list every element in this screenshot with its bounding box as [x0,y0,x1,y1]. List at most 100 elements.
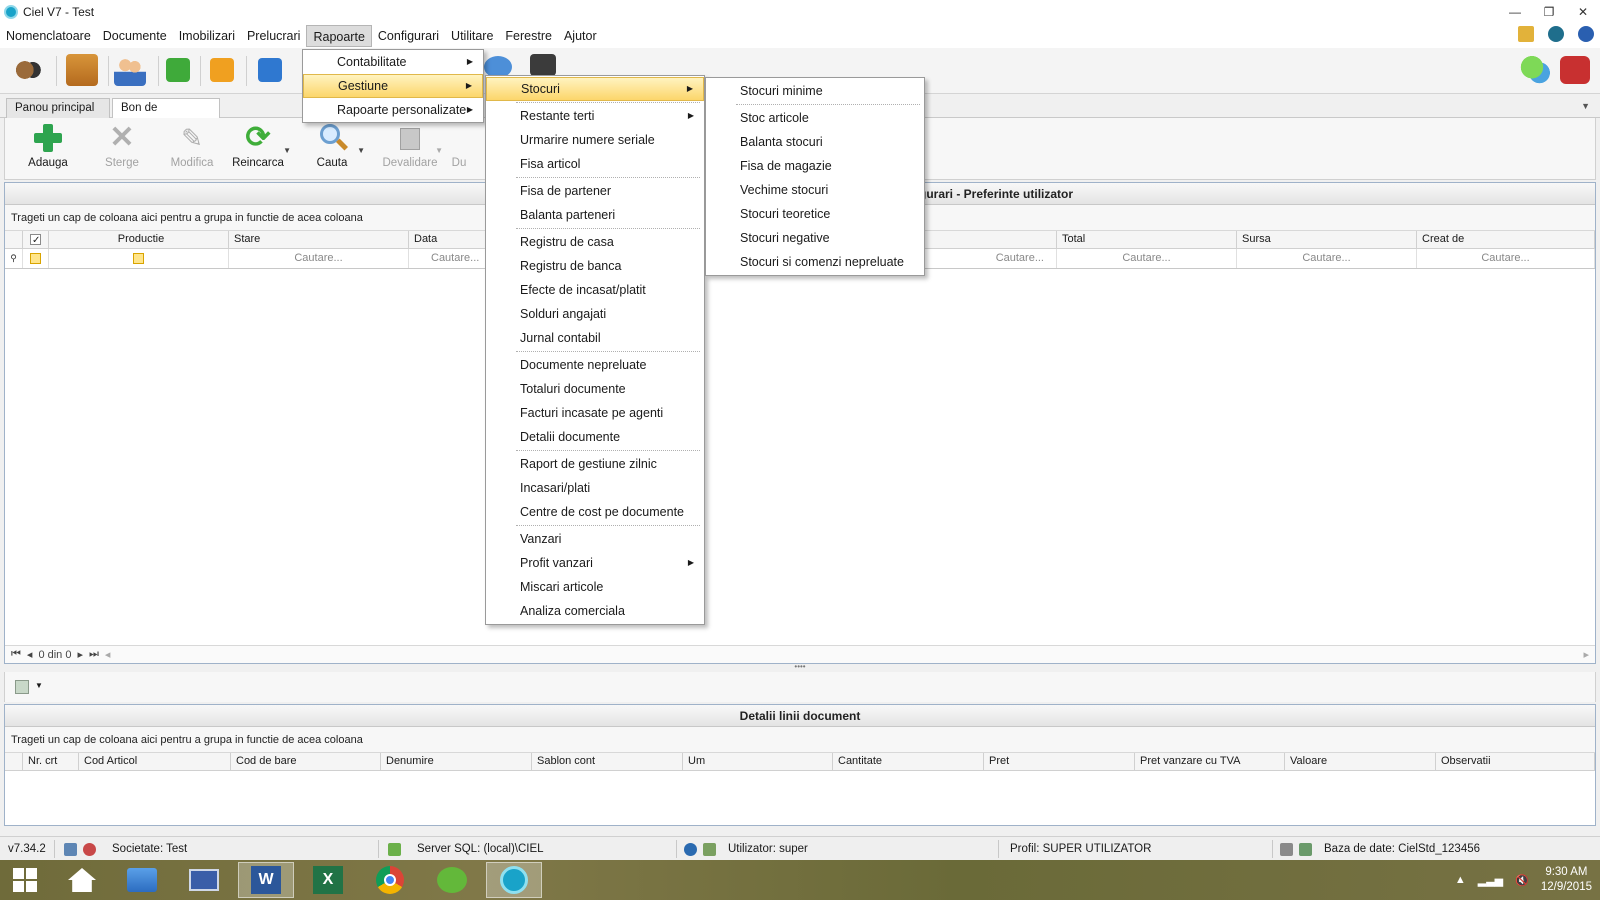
close-button[interactable]: ✕ [1566,0,1600,24]
tray-expand-icon[interactable]: ▲ [1455,874,1466,886]
menu-utilitare[interactable]: Utilitare [445,25,499,47]
menu-item-totaluri-documente[interactable]: Totaluri documente [486,377,704,401]
home-icon[interactable] [54,862,110,898]
layout-icon[interactable] [15,680,29,694]
menu-item-fisa-articol[interactable]: Fisa articol [486,152,704,176]
col-productie[interactable]: Productie [49,231,229,248]
menu-item-stocuri[interactable]: Stocuri ▶ [486,77,704,101]
col-valoare[interactable]: Valoare [1285,753,1436,770]
col-sablon-cont[interactable]: Sablon cont [532,753,683,770]
tab-panou-principal[interactable]: Panou principal [6,98,110,118]
menu-item-contabilitate[interactable]: Contabilitate ▶ [303,50,483,74]
add-button[interactable]: Adauga [13,122,83,169]
prev-record-icon[interactable]: ◂ [27,648,33,661]
windows-start-icon[interactable] [0,862,50,898]
upload-blue-icon[interactable] [258,58,282,82]
menu-item-miscari-articole[interactable]: Miscari articole [486,575,704,599]
excel-icon[interactable]: X [300,862,356,898]
col-cod-de-bare[interactable]: Cod de bare [231,753,381,770]
menu-item-stocuri-si-comenzi-nepreluate[interactable]: Stocuri si comenzi nepreluate [706,250,924,274]
help-icon[interactable] [1578,26,1594,42]
menu-item-detalii-documente[interactable]: Detalii documente [486,425,704,449]
box-icon[interactable] [66,54,98,86]
menu-documente[interactable]: Documente [97,25,173,47]
menu-item-vechime-stocuri[interactable]: Vechime stocuri [706,178,924,202]
menu-item-stoc-articole[interactable]: Stoc articole [706,106,924,130]
duplicate-button[interactable]: Du [439,122,479,169]
menu-rapoarte[interactable]: Rapoarte [306,25,372,47]
settings-icon[interactable] [83,842,96,856]
menu-item-efecte-de-incasat-platit[interactable]: Efecte de incasat/platit [486,278,704,302]
restore-button[interactable]: ❐ [1532,0,1566,24]
cloud-app-icon[interactable] [424,862,480,898]
menu-item-jurnal-contabil[interactable]: Jurnal contabil [486,326,704,350]
chat-icon[interactable] [1520,56,1550,84]
acrobat-icon[interactable] [1560,56,1590,84]
filter-stare[interactable]: Cautare... [229,249,409,268]
volume-muted-icon[interactable]: 🔇 [1515,874,1529,887]
chrome-icon[interactable] [362,862,418,898]
control-panel-icon[interactable] [114,862,170,898]
col-total[interactable]: Total [1057,231,1237,248]
clock[interactable]: 9:30 AM 12/9/2015 [1541,865,1592,895]
col-denumire[interactable]: Denumire [381,753,532,770]
menu-item-gestiune[interactable]: Gestiune ▶ [303,74,483,98]
filter-productie[interactable] [49,249,229,268]
reload-dropdown-icon[interactable]: ▼ [283,146,291,155]
scroll-right-icon[interactable]: ▸ [1583,648,1589,661]
invalidate-button[interactable]: Devalidare ▼ [375,122,445,169]
tab-list-dropdown-icon[interactable]: ▼ [1581,101,1590,111]
menu-item-incasari-plati[interactable]: Incasari/plati [486,476,704,500]
menu-configurari[interactable]: Configurari [372,25,445,47]
filter-checkbox[interactable] [23,249,49,268]
col-um[interactable]: Um [683,753,833,770]
col-cantitate[interactable]: Cantitate [833,753,984,770]
ciel-taskbar-icon[interactable] [486,862,542,898]
network-signal-icon[interactable]: ▂▃▅ [1478,874,1503,887]
menu-ajutor[interactable]: Ajutor [558,25,603,47]
users-icon[interactable] [114,54,146,86]
select-all-checkbox[interactable] [23,231,49,248]
next-record-icon[interactable]: ▸ [77,648,83,661]
last-record-icon[interactable]: ⏭ [89,648,99,661]
menu-item-centre-de-cost[interactable]: Centre de cost pe documente [486,500,704,524]
switch-icon[interactable] [64,842,77,856]
menu-item-analiza-comerciala[interactable]: Analiza comerciala [486,599,704,623]
menu-item-facturi-incasate-pe-agenti[interactable]: Facturi incasate pe agenti [486,401,704,425]
filter-creat-de[interactable]: Cautare... [1417,249,1595,268]
reload-button[interactable]: ⟳ Reincarca ▼ [223,122,293,170]
layout-dropdown-icon[interactable]: ▼ [35,681,43,690]
menu-item-vanzari[interactable]: Vanzari [486,527,704,551]
panel-splitter[interactable]: •••• [4,663,1596,672]
col-pret-vanzare-tva[interactable]: Pret vanzare cu TVA [1135,753,1285,770]
menu-item-stocuri-minime[interactable]: Stocuri minime [706,79,924,103]
menu-item-profit-vanzari[interactable]: Profit vanzari ▶ [486,551,704,575]
handshake-icon[interactable] [12,54,44,86]
tab-bon-de-consum[interactable]: Bon de consum✕ [112,98,220,133]
menu-item-rapoarte-personalizate[interactable]: Rapoarte personalizate ▶ [303,98,483,122]
menu-item-fisa-de-partener[interactable]: Fisa de partener [486,179,704,203]
menu-item-raport-de-gestiune-zilnic[interactable]: Raport de gestiune zilnic [486,452,704,476]
filter-total[interactable]: Cautare... [1057,249,1237,268]
menu-item-balanta-parteneri[interactable]: Balanta parteneri [486,203,704,227]
menu-item-documente-nepreluate[interactable]: Documente nepreluate [486,353,704,377]
edit-button[interactable]: ✎ Modifica [157,122,227,169]
delete-button[interactable]: ✕ Sterge [87,122,157,170]
col-cod-articol[interactable]: Cod Articol [79,753,231,770]
search-dropdown-icon[interactable]: ▼ [357,146,365,155]
computer-icon[interactable] [176,862,232,898]
menu-item-stocuri-negative[interactable]: Stocuri negative [706,226,924,250]
refresh-icon[interactable] [1548,26,1564,42]
minimize-button[interactable]: — [1498,0,1532,24]
menu-item-fisa-de-magazie[interactable]: Fisa de magazie [706,154,924,178]
col-creat-de[interactable]: Creat de [1417,231,1595,248]
search-button[interactable]: Cauta ▼ [297,122,367,169]
calculator-icon[interactable] [530,54,556,76]
col-nr-crt[interactable]: Nr. crt [23,753,79,770]
filter-sursa[interactable]: Cautare... [1237,249,1417,268]
menu-item-urmarire-numere-seriale[interactable]: Urmarire numere seriale [486,128,704,152]
export-orange-icon[interactable] [210,58,234,82]
first-record-icon[interactable]: ⏮ [11,648,21,661]
menu-item-registru-de-casa[interactable]: Registru de casa [486,230,704,254]
word-icon[interactable]: W [238,862,294,898]
